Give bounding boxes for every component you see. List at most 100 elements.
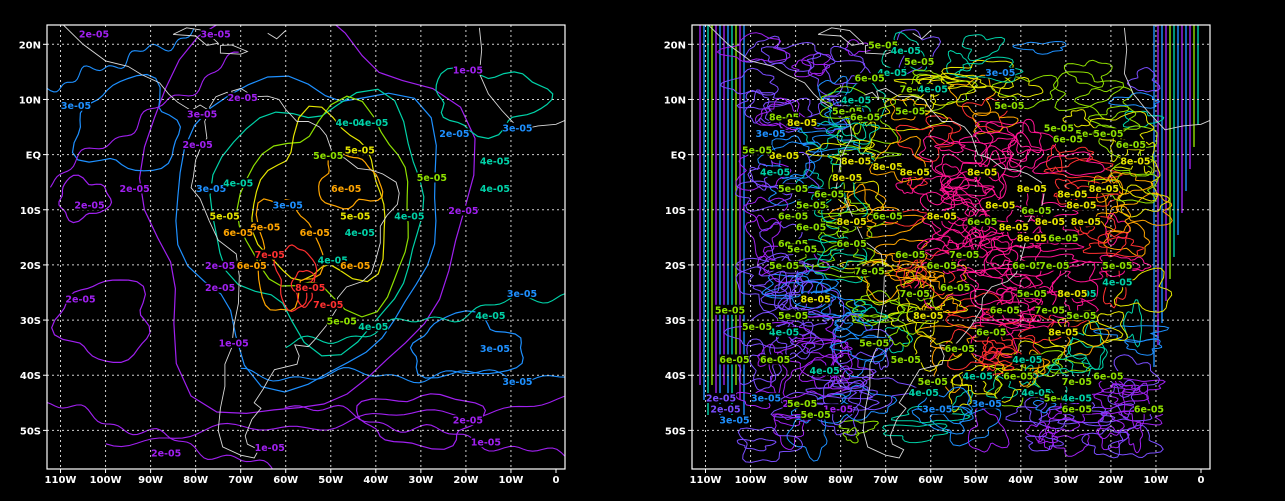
x-tick-label: 90W [783,475,808,486]
y-tick-label: 40S [665,371,686,382]
contour-label: 6e-05 [1048,234,1078,245]
contour-label: 8e-05 [841,156,871,167]
contour-label: 3e-05 [502,377,532,388]
y-tick-label: 10N [19,95,41,106]
x-tick-label: 0 [553,475,560,486]
contour-label: 8e-05 [837,217,867,228]
contour-label: 8e-05 [295,283,325,294]
left-map-panel: 2e-05 3e-05 1e-05 2e-05 3e-05 3e-05 2e-05 4e-05… [19,24,566,486]
contour-label: 5e-05 [1017,289,1047,300]
contour-label: 6e-05 [1134,405,1164,416]
contour-label: 2e-05 [65,294,95,305]
x-tick-label: 60W [918,475,943,486]
x-tick-label: 20W [453,475,478,486]
contour-label: 6e-05 [814,189,844,200]
contour-label: 8e-05 [832,173,862,184]
y-tick-label: 10N [664,95,686,106]
contour-label: 4e-05 [769,327,799,338]
contour-label: 3e-05 [480,344,510,355]
contour-label: 7e-05 [1062,377,1092,388]
contour-label: 7e-05 [949,250,979,261]
y-tick-label: 40S [20,371,41,382]
contour-label: 5e-05 [769,261,799,272]
x-tick-label: 10W [1143,475,1168,486]
contour-label: 5e-05 [1102,261,1132,272]
x-tick-label: 100W [90,475,122,486]
contour-label: 7e-05 [900,289,930,300]
y-tick-label: 50S [20,426,41,437]
contour-label: 3e-05 [61,101,91,112]
y-tick-label: 50S [665,426,686,437]
right-map-panel: 5e-054e-054e-057e-054e-056e-055e-053e-05… [664,24,1211,486]
contour-label: 3e-05 [922,405,952,416]
contour-label: 6e-05 [796,223,826,234]
contour-label: 2e-05 [119,184,149,195]
x-tick-label: 40W [1008,475,1033,486]
contour-label: 6e-05 [331,184,361,195]
contour-label: 6e-05 [1062,405,1092,416]
contour-label: 6e-05 [1053,134,1083,145]
contour-label: 6e-05 [895,250,925,261]
x-tick-label: 30W [1053,475,1078,486]
contour-label: 4e-05 [760,167,790,178]
contour-label: 5e-05 [801,410,831,421]
contour-label: 2e-05 [706,394,736,405]
contour-label: 3e-05 [187,110,217,121]
contour-label: 2e-05 [205,261,235,272]
x-tick-label: 0 [1198,475,1205,486]
contour-label: 6e-05 [250,223,280,234]
contour-label: 7e-05 [1039,261,1069,272]
contour-label: 4e-05 [358,322,388,333]
contour-label: 5e-05 [891,355,921,366]
contour-label: 8e-05 [769,151,799,162]
contour-label: 1e-05 [453,65,483,76]
contour-label: 6e-05 [1012,261,1042,272]
contour-label: 8e-05 [985,201,1015,212]
x-tick-label: 70W [228,475,253,486]
contour-label: 4e-05 [918,85,948,96]
y-tick-label: EQ [26,151,41,162]
contour-label: 5e-05 [1066,311,1096,322]
contour-label: 5e-05 [345,145,375,156]
contour-label: 4e-05 [841,96,871,107]
contour-label: 8e-05 [1057,289,1087,300]
contour-label: 3e-05 [273,201,303,212]
y-tick-label: 20N [19,40,41,51]
y-tick-label: 20S [665,261,686,272]
contour-label: 2e-05 [79,30,109,41]
contour-label: 2e-05 [448,206,478,217]
x-tick-label: 50W [318,475,343,486]
y-tick-label: 10S [665,206,686,217]
x-tick-label: 10W [498,475,523,486]
x-tick-label: 40W [363,475,388,486]
x-tick-label: 80W [183,475,208,486]
contour-label: 5e-05 [895,107,925,118]
contour-label: 8e-05 [1071,217,1101,228]
contour-label: 2e-05 [453,416,483,427]
contour-label: 2e-05 [439,129,469,140]
contour-label: 3e-05 [985,68,1015,79]
x-tick-label: 90W [138,475,163,486]
contour-label: 5e-05 [918,377,948,388]
x-tick-label: 20W [1098,475,1123,486]
contour-label: 8e-05 [1089,184,1119,195]
contour-label: 5e-05 [742,322,772,333]
contour-label: 4e-05 [891,46,921,57]
contour-label: 6e-05 [778,212,808,223]
x-tick-label: 110W [45,475,77,486]
contour-label: 8e-05 [900,167,930,178]
contour-label: 8e-05 [1057,189,1087,200]
x-tick-label: 30W [408,475,433,486]
contour-label: 4e-05 [810,366,840,377]
contour-label: 5e-05 [859,338,889,349]
contour-label: 3e-05 [201,30,231,41]
contour-label: 6e-05 [1003,371,1033,382]
contour-label: 5e-05 [787,245,817,256]
contour-label: 5e-05 [778,311,808,322]
contour-label: 1e-05 [471,438,501,449]
contour-label: 2e-05 [228,93,258,104]
contour-label: 4e-05 [1102,278,1132,289]
contour-field [47,25,565,469]
contour-label: 8e-05 [1017,184,1047,195]
contour-label: 8e-05 [1035,217,1065,228]
